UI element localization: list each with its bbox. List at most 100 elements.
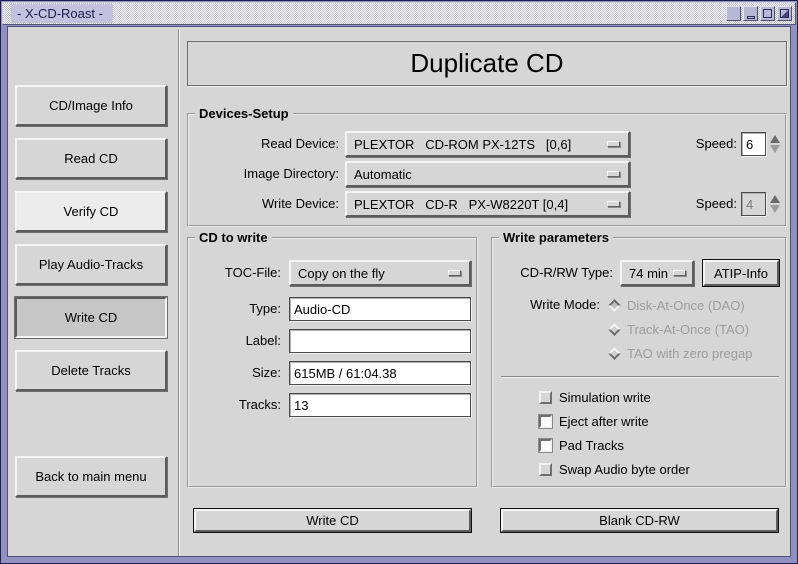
write-speed-spinner — [768, 192, 782, 216]
atip-info-button[interactable]: ATIP-Info — [703, 260, 779, 286]
radio-label: Track-At-Once (TAO) — [627, 322, 749, 337]
sidebar-item-label: Back to main menu — [35, 469, 146, 484]
sidebar-item-verify-cd[interactable]: Verify CD — [15, 191, 167, 232]
write-cd-button-label: Write CD — [306, 513, 358, 528]
write-speed-label: Speed: — [649, 191, 737, 217]
blank-cdrw-button[interactable]: Blank CD-RW — [501, 509, 778, 532]
checkbox-label: Simulation write — [559, 390, 651, 405]
read-device-dropdown[interactable]: PLEXTOR CD-ROM PX-12TS [0,6] — [345, 131, 630, 157]
checkbox-icon — [539, 439, 552, 452]
maximize-button[interactable] — [760, 6, 775, 21]
checkbox-label: Eject after write — [559, 414, 649, 429]
type-label: Type: — [189, 297, 281, 321]
client-area: CD/Image Info Read CD Verify CD Play Aud… — [7, 26, 791, 557]
tracks-label: Tracks: — [189, 393, 281, 417]
size-label: Size: — [189, 361, 281, 385]
label-field[interactable] — [289, 329, 471, 353]
dropdown-indicator-icon — [607, 201, 620, 207]
shade-button[interactable] — [726, 6, 741, 21]
atip-info-label: ATIP-Info — [714, 266, 768, 281]
checkbox-icon — [539, 391, 552, 404]
close-icon — [780, 9, 789, 18]
sidebar-item-play-audio-tracks[interactable]: Play Audio-Tracks — [15, 244, 167, 285]
image-directory-value: Automatic — [354, 167, 412, 182]
toc-file-dropdown[interactable]: Copy on the fly — [289, 260, 471, 286]
read-speed-input[interactable] — [741, 132, 766, 156]
image-directory-label: Image Directory: — [189, 161, 339, 187]
sidebar-item-delete-tracks[interactable]: Delete Tracks — [15, 350, 167, 391]
window-title: - X-CD-Roast - — [11, 4, 113, 23]
radio-icon — [608, 323, 621, 336]
checkbox-label: Pad Tracks — [559, 438, 624, 453]
spin-down-icon — [770, 145, 780, 153]
read-speed-spinner[interactable] — [768, 132, 782, 156]
sidebar-item-write-cd[interactable]: Write CD — [15, 297, 167, 338]
size-field[interactable] — [289, 361, 471, 385]
minimize-button[interactable] — [743, 6, 758, 21]
checkbox-icon — [539, 463, 552, 476]
image-directory-dropdown[interactable]: Automatic — [345, 161, 630, 187]
minimize-icon — [747, 16, 755, 19]
radio-icon — [608, 347, 621, 360]
label-label: Label: — [189, 329, 281, 353]
checkbox-simulation-write[interactable]: Simulation write — [539, 389, 651, 405]
write-parameters-frame: Write parameters CD-R/RW Type: 74 min AT… — [491, 237, 787, 488]
checkbox-pad-tracks[interactable]: Pad Tracks — [539, 437, 624, 453]
checkbox-label: Swap Audio byte order — [559, 462, 690, 477]
read-speed-label: Speed: — [649, 131, 737, 157]
write-parameters-separator — [501, 376, 779, 378]
radio-label: Disk-At-Once (DAO) — [627, 298, 745, 313]
checkbox-eject-after-write[interactable]: Eject after write — [539, 413, 649, 429]
write-speed-input — [741, 192, 766, 216]
blank-cdrw-button-label: Blank CD-RW — [599, 513, 680, 528]
titlebar[interactable]: - X-CD-Roast - — [2, 2, 796, 25]
toc-file-label: TOC-File: — [189, 260, 281, 286]
titlebar-buttons — [726, 6, 792, 21]
dropdown-indicator-icon — [448, 270, 461, 276]
sidebar-item-cd-image-info[interactable]: CD/Image Info — [15, 85, 167, 126]
write-device-dropdown[interactable]: PLEXTOR CD-R PX-W8220T [0,4] — [345, 191, 630, 217]
cd-to-write-legend: CD to write — [195, 230, 272, 245]
write-cd-button[interactable]: Write CD — [194, 509, 471, 532]
cdrw-type-value: 74 min — [629, 266, 668, 281]
maximize-icon — [763, 9, 772, 18]
radio-tao-zero-pregap: TAO with zero pregap — [610, 345, 752, 361]
radio-icon — [608, 299, 621, 312]
back-to-main-menu-button[interactable]: Back to main menu — [15, 456, 167, 497]
app-window: - X-CD-Roast - CD/Image Info Read CD Ver… — [0, 0, 798, 564]
dropdown-indicator-icon — [607, 141, 620, 147]
sidebar-item-label: Write CD — [65, 310, 117, 325]
checkbox-swap-audio-byte-order[interactable]: Swap Audio byte order — [539, 461, 690, 477]
spin-up-icon — [770, 195, 780, 203]
page-title: Duplicate CD — [187, 41, 787, 86]
radio-label: TAO with zero pregap — [627, 346, 752, 361]
read-device-label: Read Device: — [189, 131, 339, 157]
write-mode-label: Write Mode: — [493, 297, 600, 313]
close-button[interactable] — [777, 6, 792, 21]
toc-file-value: Copy on the fly — [298, 266, 385, 281]
sidebar-item-read-cd[interactable]: Read CD — [15, 138, 167, 179]
sidebar-item-label: Verify CD — [64, 204, 119, 219]
devices-setup-frame: Devices-Setup Read Device: PLEXTOR CD-RO… — [187, 113, 787, 227]
checkbox-icon — [539, 415, 552, 428]
sidebar-separator — [178, 29, 180, 556]
radio-track-at-once: Track-At-Once (TAO) — [610, 321, 749, 337]
type-field[interactable] — [289, 297, 471, 321]
spin-up-icon — [770, 135, 780, 143]
tracks-field[interactable] — [289, 393, 471, 417]
cdrw-type-dropdown[interactable]: 74 min — [620, 260, 694, 286]
cd-to-write-frame: CD to write TOC-File: Copy on the fly Ty… — [187, 237, 478, 488]
write-parameters-legend: Write parameters — [499, 230, 613, 245]
write-device-label: Write Device: — [189, 191, 339, 217]
radio-disk-at-once: Disk-At-Once (DAO) — [610, 297, 745, 313]
page-title-text: Duplicate CD — [410, 48, 563, 79]
sidebar-item-label: Delete Tracks — [51, 363, 130, 378]
devices-setup-legend: Devices-Setup — [195, 106, 293, 121]
read-device-value: PLEXTOR CD-ROM PX-12TS [0,6] — [354, 137, 571, 152]
sidebar-item-label: Play Audio-Tracks — [39, 257, 143, 272]
sidebar-item-label: CD/Image Info — [49, 98, 133, 113]
sidebar-item-label: Read CD — [64, 151, 117, 166]
spin-down-icon — [770, 205, 780, 213]
write-device-value: PLEXTOR CD-R PX-W8220T [0,4] — [354, 197, 568, 212]
dropdown-indicator-icon — [607, 171, 620, 177]
